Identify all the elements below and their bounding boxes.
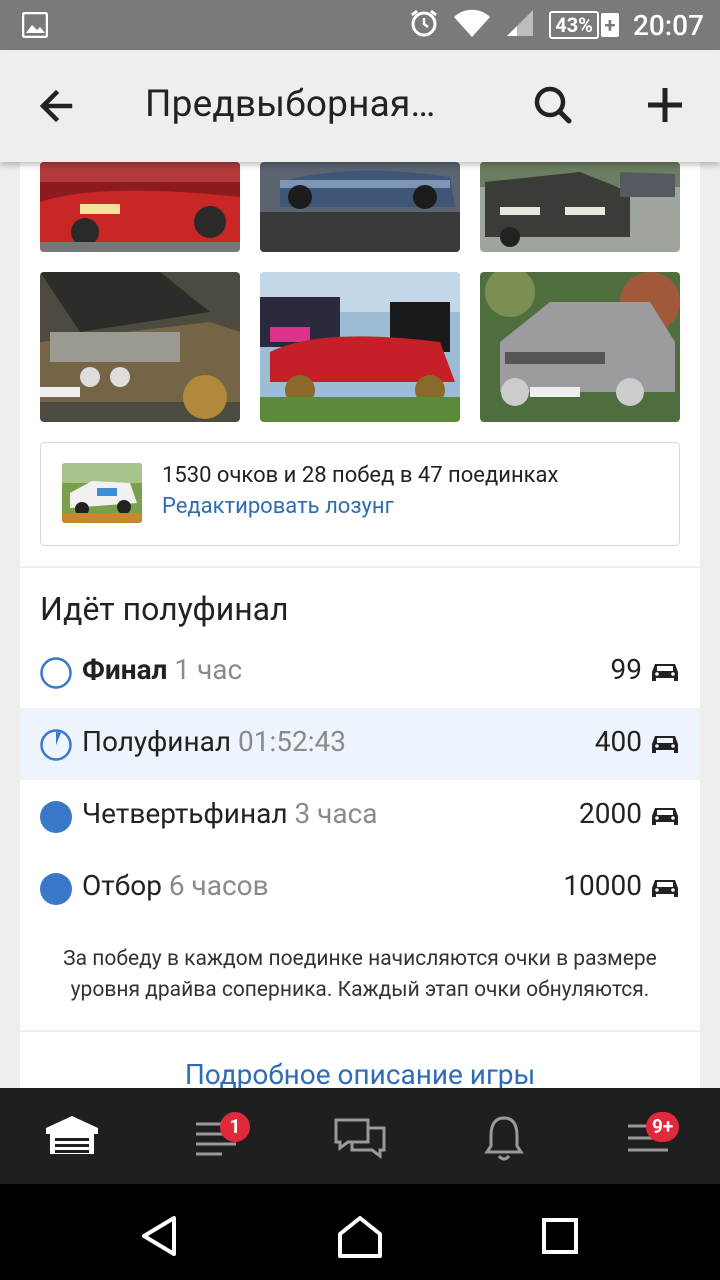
stage-time: 6 часов	[168, 869, 269, 902]
system-back-icon[interactable]	[136, 1212, 184, 1260]
car-photo-red[interactable]	[40, 162, 240, 252]
car-icon	[650, 662, 680, 684]
stage-label: Четвертьфинал 3 часа	[82, 797, 378, 830]
completed-circle-icon	[39, 872, 73, 906]
stage-name: Четвертьфинал	[82, 797, 288, 830]
alarm-icon	[409, 8, 439, 42]
stage-time: 1 час	[174, 653, 243, 686]
system-home-icon[interactable]	[336, 1212, 384, 1260]
status-bar: 43% + 20:07	[0, 0, 720, 50]
stage-row-semifinal[interactable]: Полуфинал 01:52:43 400	[20, 708, 700, 780]
stage-name: Финал	[82, 653, 168, 686]
car-photo-blue[interactable]	[260, 162, 460, 252]
pending-circle-icon	[39, 656, 73, 690]
car-photo-event[interactable]	[260, 272, 460, 422]
stage-row-quarterfinal[interactable]: Четвертьфинал 3 часа 2000	[20, 780, 700, 852]
car-icon	[650, 734, 680, 756]
battery-percent: 43%	[549, 11, 599, 39]
stage-label: Финал 1 час	[82, 653, 242, 686]
stage-name: Полуфинал	[82, 725, 232, 758]
stage-label: Отбор 6 часов	[82, 869, 269, 902]
car-photo-audi[interactable]	[480, 162, 680, 252]
bell-icon[interactable]	[474, 1106, 534, 1166]
bottom-nav: 1 9+	[0, 1088, 720, 1184]
signal-icon	[505, 8, 535, 42]
charging-icon: +	[600, 13, 619, 37]
stage-label: Полуфинал 01:52:43	[82, 725, 346, 758]
car-photo-bmw[interactable]	[40, 272, 240, 422]
divider	[20, 566, 700, 568]
score-card[interactable]: 1530 очков и 28 побед в 47 поединках Ред…	[40, 442, 680, 546]
stage-count: 2000	[579, 797, 642, 830]
car-icon	[650, 878, 680, 900]
edit-slogan-link[interactable]: Редактировать лозунг	[162, 494, 394, 519]
stage-heading: Идёт полуфинал	[40, 590, 289, 628]
menu-badge: 9+	[646, 1112, 680, 1142]
car-photo-silver[interactable]	[480, 272, 680, 422]
stage-time: 01:52:43	[237, 725, 346, 758]
search-icon[interactable]	[532, 84, 574, 126]
stage-count: 99	[610, 653, 642, 686]
stage-row-qualification[interactable]: Отбор 6 часов 10000	[20, 852, 700, 924]
chat-icon[interactable]	[330, 1106, 390, 1166]
system-nav-bar	[0, 1184, 720, 1280]
stage-time: 3 часа	[294, 797, 378, 830]
clock: 20:07	[632, 8, 704, 42]
avatar	[62, 463, 142, 523]
car-icon	[650, 806, 680, 828]
app-bar: Предвыборная…	[0, 50, 720, 162]
feed-badge: 1	[220, 1112, 250, 1142]
stage-count: 10000	[563, 869, 642, 902]
main-content: 1530 очков и 28 побед в 47 поединках Ред…	[20, 162, 700, 1088]
battery-indicator: 43% +	[549, 11, 619, 39]
completed-circle-icon	[39, 800, 73, 834]
rules-note: За победу в каждом поединке начисляются …	[63, 947, 657, 1002]
back-arrow-icon[interactable]	[36, 86, 76, 126]
system-recents-icon[interactable]	[536, 1212, 584, 1260]
stage-name: Отбор	[82, 869, 162, 902]
garage-icon[interactable]	[42, 1106, 102, 1166]
stage-count: 400	[594, 725, 642, 758]
image-notification-icon	[21, 11, 49, 42]
game-description-link[interactable]: Подробное описание игры	[20, 1058, 700, 1088]
divider	[20, 1030, 700, 1032]
clock-progress-icon	[39, 728, 73, 762]
score-stats: 1530 очков и 28 побед в 47 поединках	[162, 463, 559, 488]
wifi-icon	[453, 8, 491, 42]
plus-icon[interactable]	[644, 84, 686, 126]
page-title: Предвыборная…	[145, 83, 436, 126]
stage-row-final[interactable]: Финал 1 час 99	[20, 636, 700, 708]
